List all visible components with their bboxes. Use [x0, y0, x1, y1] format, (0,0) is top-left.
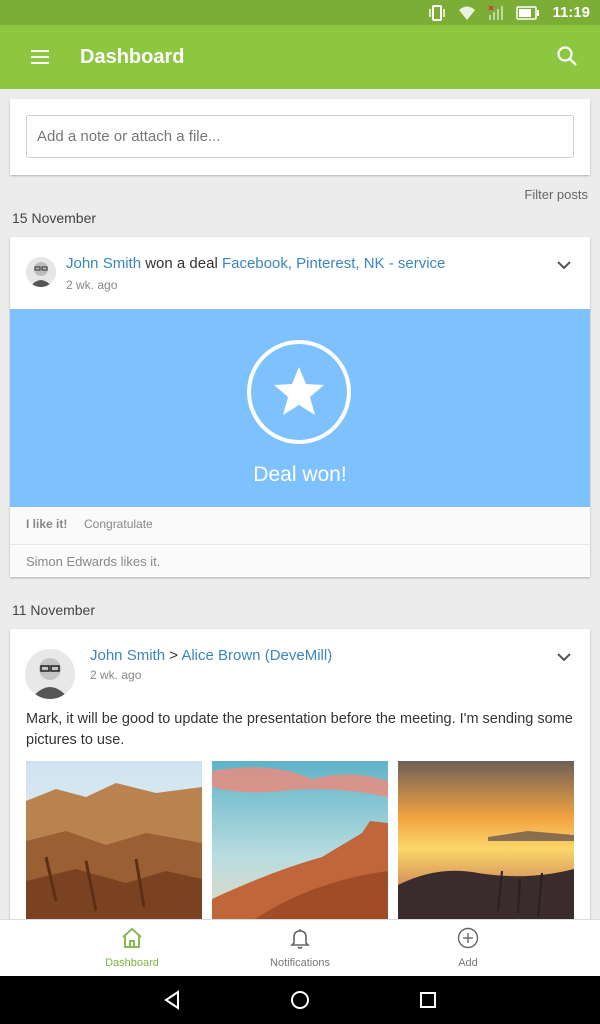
post-action: won a deal — [145, 255, 218, 272]
home-icon — [122, 927, 142, 948]
post-header: John Smith > Alice Brown (DeveMill) — [90, 647, 332, 664]
search-icon — [557, 46, 577, 66]
photo-canyon[interactable] — [26, 761, 202, 919]
date-header: 11 November — [12, 602, 96, 618]
chevron-down-icon[interactable] — [556, 652, 572, 662]
date-header: 15 November — [12, 210, 97, 226]
menu-icon — [31, 50, 49, 64]
likes-text[interactable]: Simon Edwards likes it. — [26, 554, 160, 569]
menu-button[interactable] — [8, 25, 72, 89]
recipient-separator: > — [169, 647, 178, 664]
deal-won-text: Deal won! — [253, 463, 347, 486]
deal-post-card: John Smith won a deal Facebook, Pinteres… — [10, 237, 590, 577]
likes-row: Simon Edwards likes it. — [10, 546, 590, 576]
home-button-icon[interactable] — [288, 988, 312, 1012]
post-body: Mark, it will be good to update the pres… — [26, 711, 573, 748]
back-icon[interactable] — [160, 988, 184, 1012]
note-composer — [10, 99, 590, 175]
bottom-navigation: Dashboard Notifications Add — [0, 919, 600, 976]
post-time: 2 wk. ago — [66, 278, 118, 292]
recipient-link[interactable]: Alice Brown (DeveMill) — [181, 647, 332, 664]
message-post-card: John Smith > Alice Brown (DeveMill) 2 wk… — [10, 629, 590, 919]
note-input[interactable] — [26, 115, 574, 158]
recents-icon[interactable] — [416, 988, 440, 1012]
feed-content[interactable]: Filter posts 15 November John Smith won … — [0, 89, 600, 919]
avatar[interactable] — [25, 649, 75, 699]
chevron-down-icon[interactable] — [556, 260, 572, 270]
status-time: 11:19 — [552, 4, 590, 21]
bell-icon — [290, 929, 310, 949]
deal-link[interactable]: Facebook, Pinterest, NK - service — [222, 255, 445, 272]
congratulate-button[interactable]: Congratulate — [84, 517, 153, 531]
signal-icon — [488, 4, 504, 20]
photo-desert-cliff[interactable] — [212, 761, 388, 919]
author-link[interactable]: John Smith — [66, 255, 141, 272]
search-button[interactable] — [556, 45, 582, 71]
star-icon — [247, 340, 351, 444]
nav-add-label: Add — [458, 957, 478, 969]
filter-posts-link[interactable]: Filter posts — [524, 187, 588, 202]
photo-sunset-mountains[interactable] — [398, 761, 574, 919]
system-navigation-bar — [0, 976, 600, 1024]
battery-icon — [516, 5, 540, 20]
like-button[interactable]: I like it! — [26, 517, 67, 531]
post-header: John Smith won a deal Facebook, Pinteres… — [66, 255, 445, 272]
add-circle-icon — [457, 927, 479, 949]
status-bar: 11:19 — [0, 0, 600, 25]
post-time: 2 wk. ago — [90, 668, 142, 682]
post-actions: I like it! Congratulate — [10, 507, 590, 545]
deal-won-banner: Deal won! — [10, 309, 590, 507]
nav-add[interactable]: Add — [368, 920, 568, 977]
wifi-icon — [459, 6, 476, 20]
author-link[interactable]: John Smith — [90, 647, 165, 664]
page-title: Dashboard — [80, 45, 185, 68]
vibrate-icon — [429, 4, 446, 21]
avatar[interactable] — [26, 257, 56, 287]
app-bar: Dashboard — [0, 25, 600, 89]
